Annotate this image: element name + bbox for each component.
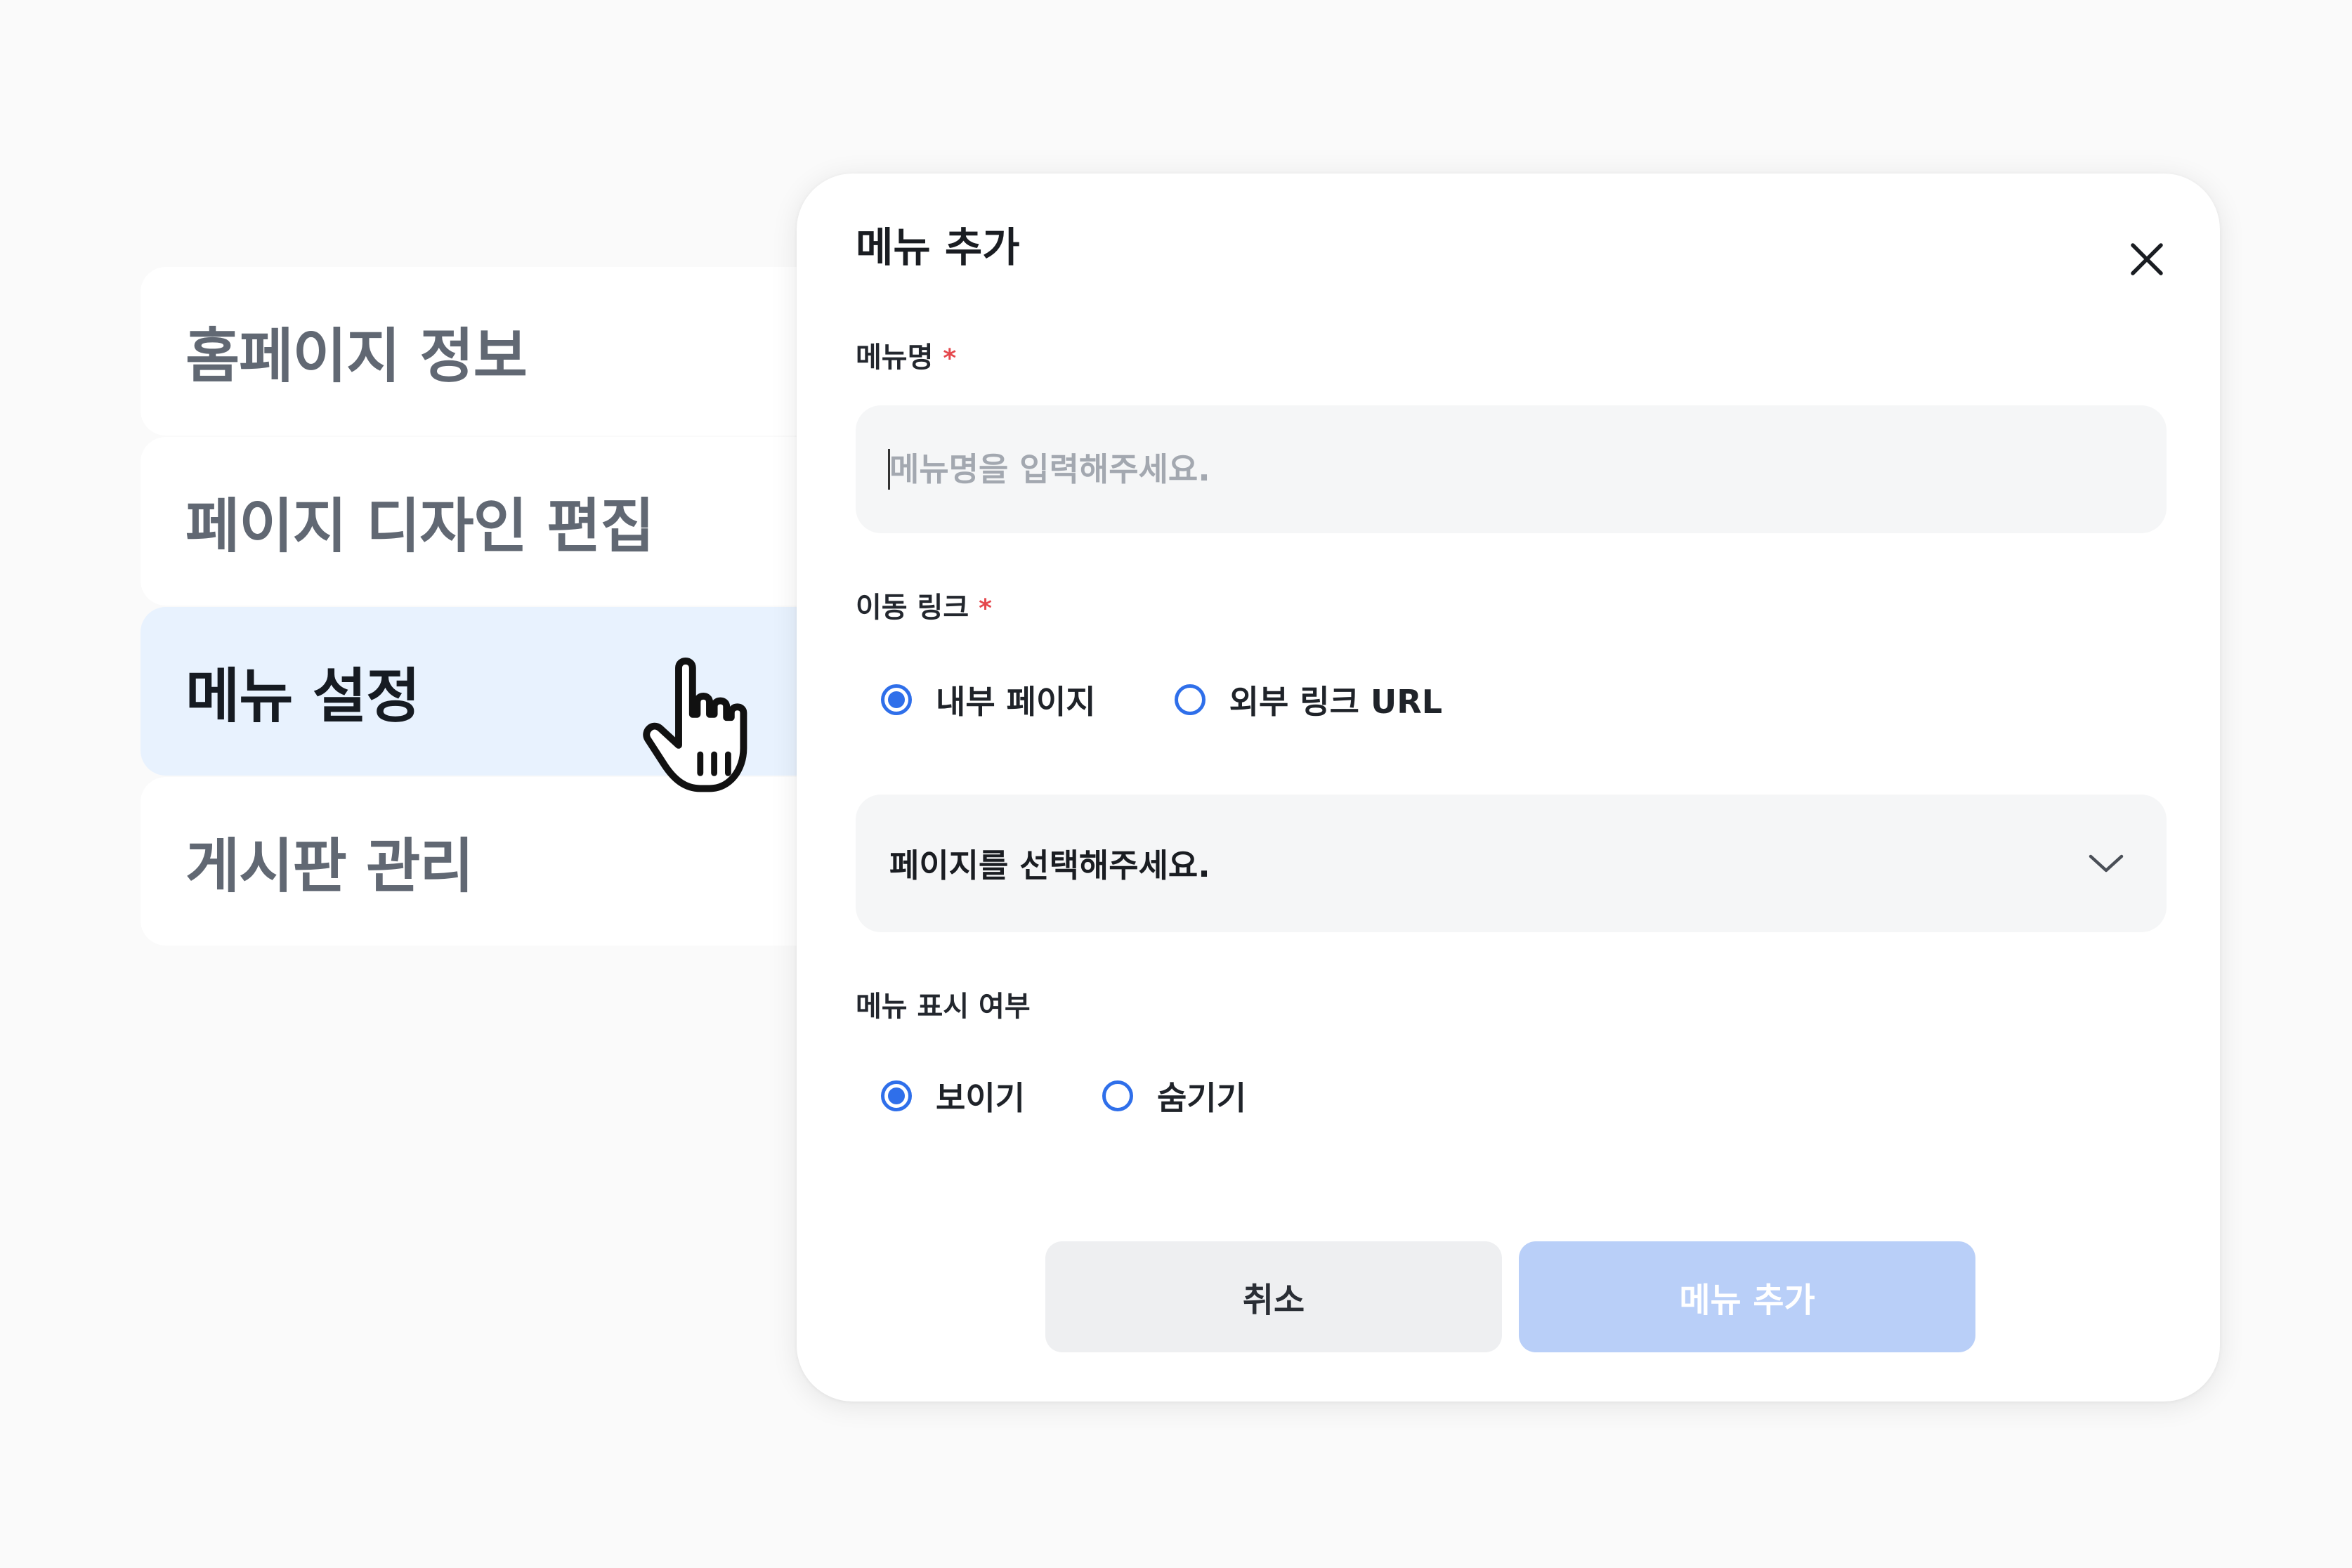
menu-name-input[interactable]: [856, 405, 2167, 533]
sidebar-item-label: 홈페이지 정보: [185, 321, 528, 391]
modal-title: 메뉴 추가: [856, 223, 1020, 271]
sidebar-item-label: 메뉴 설정: [185, 661, 420, 731]
settings-sidebar: 홈페이지 정보 페이지 디자인 편집 메뉴 설정 게시판 관리: [141, 267, 843, 947]
visibility-radio-group: 보이기 숨기기: [881, 1073, 1246, 1119]
radio-button[interactable]: [1102, 1080, 1133, 1111]
add-menu-button[interactable]: 메뉴 추가: [1519, 1241, 1975, 1352]
cancel-button[interactable]: 취소: [1045, 1241, 1502, 1352]
hand-pointer-icon: [632, 646, 787, 801]
link-label: 이동 링크 *: [856, 589, 992, 626]
sidebar-item-board-management[interactable]: 게시판 관리: [141, 777, 843, 946]
text-caret: [888, 449, 890, 490]
sidebar-item-page-design[interactable]: 페이지 디자인 편집: [141, 437, 843, 606]
menu-name-label: 메뉴명 *: [856, 339, 956, 376]
close-button[interactable]: [2117, 230, 2176, 289]
menu-name-label-text: 메뉴명: [856, 341, 934, 374]
radio-button[interactable]: [1174, 684, 1206, 715]
radio-button-checked[interactable]: [881, 1080, 912, 1111]
required-mark: *: [979, 594, 992, 623]
radio-label: 보이기: [936, 1079, 1025, 1117]
radio-label: 외부 링크 URL: [1229, 683, 1443, 721]
visibility-label: 메뉴 표시 여부: [856, 991, 1031, 1023]
add-menu-modal: 메뉴 추가 메뉴명 * 이동 링크 * 내부 페이지 외부 링크 URL 페이지를 …: [797, 174, 2220, 1402]
radio-external-url[interactable]: 외부 링크 URL: [1174, 677, 1443, 723]
radio-hide[interactable]: 숨기기: [1102, 1073, 1246, 1119]
sidebar-item-homepage-info[interactable]: 홈페이지 정보: [141, 267, 843, 436]
radio-label: 내부 페이지: [936, 683, 1096, 721]
radio-internal-page[interactable]: 내부 페이지: [881, 677, 1096, 723]
radio-button-checked[interactable]: [881, 684, 912, 715]
sidebar-item-label: 페이지 디자인 편집: [185, 491, 655, 561]
link-type-radio-group: 내부 페이지 외부 링크 URL: [881, 677, 1442, 723]
close-icon: [2131, 243, 2163, 275]
sidebar-item-label: 게시판 관리: [185, 831, 474, 901]
radio-label: 숨기기: [1156, 1079, 1246, 1117]
page-select-value: 페이지를 선택해주세요.: [889, 847, 1210, 884]
chevron-down-icon: [2089, 854, 2124, 873]
page-select-dropdown[interactable]: 페이지를 선택해주세요.: [856, 795, 2167, 932]
required-mark: *: [943, 344, 957, 373]
radio-show[interactable]: 보이기: [881, 1073, 1025, 1119]
link-label-text: 이동 링크: [856, 592, 969, 624]
